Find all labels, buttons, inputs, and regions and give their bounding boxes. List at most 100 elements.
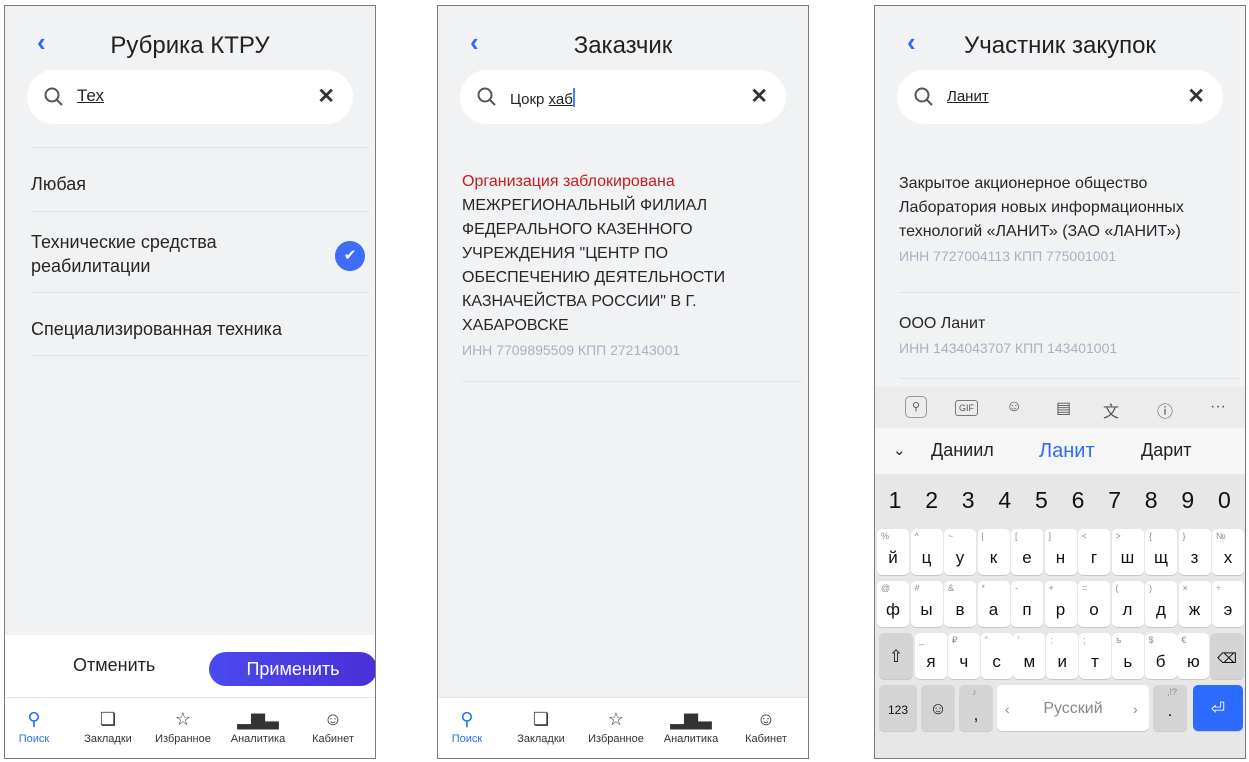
search-input[interactable]: Ланит ✕ — [897, 70, 1223, 124]
tab-profile[interactable]: ☺ Кабинет — [296, 706, 370, 745]
key-main-char: к — [989, 548, 998, 567]
letter-key[interactable]: = о — [1078, 581, 1110, 627]
more-icon[interactable]: ··· — [1210, 398, 1226, 416]
letter-key[interactable]: % й — [877, 529, 909, 575]
space-key[interactable]: ‹ Русский › — [997, 685, 1149, 731]
letter-key[interactable]: " с — [980, 633, 1013, 679]
key-alt-char: " — [984, 635, 988, 645]
key-alt-char: ÷ — [1216, 583, 1221, 593]
letter-key[interactable]: ' м — [1013, 633, 1046, 679]
page-title: Участник закупок — [964, 32, 1156, 59]
apply-button[interactable]: Применить — [209, 652, 375, 686]
letter-key[interactable]: ^ ц — [910, 529, 943, 575]
key-6[interactable]: 6 — [1060, 478, 1096, 522]
key-4[interactable]: 4 — [987, 478, 1023, 522]
key-main-char: ч — [959, 652, 969, 671]
letter-key[interactable]: > ш — [1111, 529, 1144, 575]
backspace-key[interactable]: ⌫ — [1210, 633, 1244, 679]
letter-key[interactable]: # ы — [910, 581, 943, 627]
letter-key[interactable]: {щ — [1145, 529, 1177, 575]
result-item[interactable]: ООО Ланит ИНН 1434043707 КПП 143401001 — [899, 312, 1229, 360]
tab-analytics[interactable]: ▂▆▃ Аналитика — [654, 706, 728, 745]
letter-key[interactable]: & в — [944, 581, 976, 627]
key-0[interactable]: 0 — [1206, 478, 1242, 522]
key-main-char: ю — [1187, 652, 1200, 671]
letter-key[interactable]: ) д — [1145, 581, 1177, 627]
tab-bookmarks[interactable]: ❏ Закладки — [71, 706, 145, 745]
option-any[interactable]: Любая — [31, 147, 369, 209]
info-icon[interactable]: ⓘ — [1157, 398, 1173, 422]
enter-key[interactable]: ⏎ — [1193, 685, 1243, 731]
letter-key[interactable]: № х — [1212, 529, 1244, 575]
letter-key[interactable]: $ б — [1144, 633, 1177, 679]
letter-key[interactable]: ] н — [1044, 529, 1077, 575]
search-input[interactable]: Цокр хаб ✕ — [460, 70, 786, 124]
option-rehab[interactable]: Технические средства реабилитации ✔ — [31, 211, 369, 291]
clear-icon[interactable]: ✕ — [1187, 84, 1205, 109]
letter-key[interactable]: < г — [1078, 529, 1110, 575]
tab-profile[interactable]: ☺ Кабинет — [729, 706, 803, 745]
search-input[interactable]: Тех ✕ — [27, 70, 353, 124]
suggestion-bar: ⌄ Даниил Ланит Дарит — [875, 428, 1245, 474]
letter-key[interactable]: ~ у — [944, 529, 976, 575]
user-icon: ☺ — [756, 709, 776, 729]
letter-key[interactable]: -п — [1011, 581, 1043, 627]
key-3[interactable]: 3 — [950, 478, 986, 522]
key-alt-char: × — [1182, 583, 1188, 593]
suggestion-item[interactable]: Ланит — [1039, 440, 1095, 463]
tab-favorites[interactable]: ☆ Избранное — [579, 706, 653, 745]
key-alt-char: - — [1015, 583, 1018, 593]
option-special[interactable]: Специализированная техника — [31, 292, 369, 356]
clear-icon[interactable]: ✕ — [317, 84, 335, 109]
result-item[interactable]: Организация заблокирована МЕЖРЕГИОНАЛЬНЫ… — [462, 170, 792, 362]
collapse-icon[interactable]: ⌄ — [893, 441, 906, 459]
cancel-button[interactable]: Отменить — [73, 655, 155, 676]
mode-key[interactable]: 123 — [879, 685, 917, 731]
key-9[interactable]: 9 — [1170, 478, 1206, 522]
search-icon[interactable]: ⚲ — [905, 396, 927, 418]
letter-key[interactable]: [е — [1011, 529, 1043, 575]
letter-key[interactable]: ъь — [1111, 633, 1144, 679]
tab-analytics[interactable]: ▂▆▃ Аналитика — [221, 706, 295, 745]
key-main-char: ц — [921, 548, 932, 567]
tab-search[interactable]: ⚲ Поиск — [438, 706, 504, 745]
key-2[interactable]: 2 — [914, 478, 950, 522]
letter-key[interactable]: } з — [1178, 529, 1211, 575]
sticker-icon[interactable]: ☺ — [1006, 398, 1022, 416]
letter-key[interactable]: _ я — [915, 633, 947, 679]
letter-key[interactable]: ₽ ч — [947, 633, 980, 679]
gif-icon[interactable]: GIF — [955, 400, 978, 416]
emoji-key[interactable]: ☺ — [921, 685, 955, 731]
key-5[interactable]: 5 — [1023, 478, 1059, 522]
letter-key[interactable]: ; т — [1079, 633, 1111, 679]
letter-key[interactable]: | к — [977, 529, 1010, 575]
period-key[interactable]: ,!?. — [1153, 685, 1187, 731]
letter-key[interactable]: € ю — [1177, 633, 1210, 679]
key-8[interactable]: 8 — [1133, 478, 1169, 522]
key-main-char: ь — [1123, 652, 1133, 671]
suggestion-item[interactable]: Дарит — [1141, 440, 1192, 461]
letter-key[interactable]: * а — [977, 581, 1010, 627]
letter-key[interactable]: :и — [1046, 633, 1079, 679]
letter-key[interactable]: (л — [1111, 581, 1144, 627]
tab-bookmarks[interactable]: ❏ Закладки — [504, 706, 578, 745]
page-title: Заказчик — [573, 32, 673, 59]
key-row: % й ^ ц ~ у | к[е] н < г > ш{щ} з № х — [877, 526, 1245, 578]
tab-favorites[interactable]: ☆ Избранное — [146, 706, 220, 745]
voice-key[interactable]: ♪, — [959, 685, 993, 731]
clipboard-icon[interactable]: ▤ — [1056, 398, 1071, 418]
key-alt-char: ~ — [948, 531, 954, 541]
letter-key[interactable]: + р — [1044, 581, 1077, 627]
letter-key[interactable]: ÷ э — [1212, 581, 1244, 627]
option-label: Специализированная техника — [31, 319, 282, 339]
key-7[interactable]: 7 — [1097, 478, 1133, 522]
key-1[interactable]: 1 — [877, 478, 913, 522]
result-item[interactable]: Закрытое акционерное общество Лаборатори… — [899, 172, 1229, 268]
letter-key[interactable]: × ж — [1178, 581, 1211, 627]
letter-key[interactable]: @ ф — [877, 581, 909, 627]
clear-icon[interactable]: ✕ — [750, 84, 768, 109]
translate-icon[interactable]: 文 — [1103, 398, 1119, 422]
shift-key[interactable]: ⇧ — [879, 633, 913, 679]
tab-search[interactable]: ⚲ Поиск — [5, 706, 71, 745]
suggestion-item[interactable]: Даниил — [931, 440, 994, 461]
